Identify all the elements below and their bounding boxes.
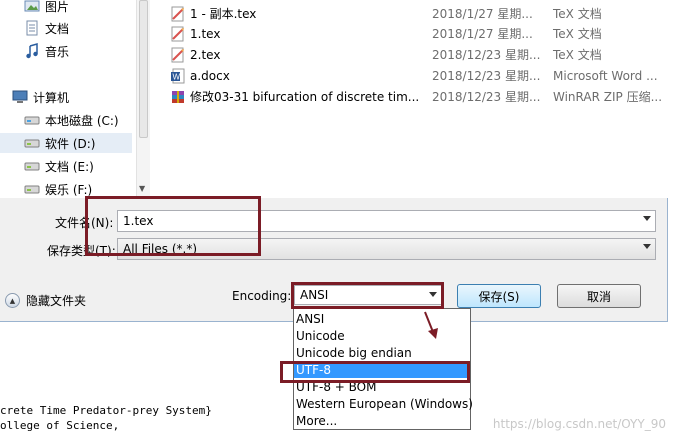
tex-file-icon (170, 6, 186, 22)
editor-line: ollege of Science, (0, 419, 120, 432)
encoding-option[interactable]: Unicode big endian (294, 344, 470, 361)
nav-item-drive-d[interactable]: 软件 (D:) (0, 133, 132, 153)
file-row[interactable]: 修改03-31 bifurcation of discrete tim... 2… (170, 86, 662, 107)
save-button[interactable]: 保存(S) (457, 284, 541, 308)
encoding-label: Encoding: (232, 289, 292, 303)
save-as-dialog: 图片 文档 音乐 计算机 本地磁盘 (C:) 软件 (D:) 文档 (E:) 娱… (0, 0, 668, 322)
hide-folders-toggle[interactable]: ▲ 隐藏文件夹 (5, 292, 86, 309)
nav-item-drive-e[interactable]: 文档 (E:) (24, 156, 94, 176)
music-icon (24, 43, 40, 59)
annotation-arrow-icon (424, 311, 438, 339)
documents-icon (24, 20, 40, 36)
nav-item-music[interactable]: 音乐 (24, 41, 69, 61)
nav-item-computer[interactable]: 计算机 (12, 87, 69, 107)
nav-item-documents[interactable]: 文档 (24, 18, 69, 38)
nav-item-pictures[interactable]: 图片 (24, 0, 69, 16)
drive-icon (24, 112, 40, 128)
scroll-down-icon[interactable]: ▼ (139, 184, 145, 193)
nav-scrollbar[interactable]: ▼ (136, 0, 150, 198)
scroll-thumb[interactable] (139, 0, 148, 138)
collapse-up-icon: ▲ (5, 293, 20, 308)
encoding-option[interactable]: Western European (Windows) (294, 395, 473, 412)
zip-file-icon (170, 89, 186, 105)
nav-item-drive-c[interactable]: 本地磁盘 (C:) (24, 110, 119, 130)
word-file-icon: W (170, 68, 186, 84)
drive-icon (24, 135, 40, 151)
annotation-box-filename (85, 196, 261, 256)
pictures-icon (24, 0, 40, 14)
annotation-box-utf8 (280, 361, 470, 383)
watermark: https://blog.csdn.net/OYY_90 (492, 417, 666, 431)
tex-file-icon (170, 26, 186, 42)
drive-icon (24, 181, 40, 197)
file-list: 1 - 副本.tex 2018/1/27 星期... TeX 文档 1.tex … (150, 0, 668, 198)
encoding-option[interactable]: More... (294, 412, 470, 429)
nav-item-drive-f[interactable]: 娱乐 (F:) (24, 179, 92, 198)
tex-file-icon (170, 47, 186, 63)
svg-text:W: W (173, 72, 181, 81)
file-row[interactable]: 1.tex 2018/1/27 星期... TeX 文档 (170, 23, 650, 44)
file-row[interactable]: 2.tex 2018/12/23 星期... TeX 文档 (170, 44, 650, 65)
annotation-box-encoding (291, 282, 444, 309)
file-row[interactable]: 1 - 副本.tex 2018/1/27 星期... TeX 文档 (170, 3, 650, 24)
file-row[interactable]: W a.docx 2018/12/23 星期... Microsoft Word… (170, 65, 658, 86)
editor-line: crete Time Predator-prey System} (0, 404, 212, 417)
computer-icon (12, 89, 28, 105)
chevron-down-icon[interactable] (643, 216, 651, 221)
chevron-down-icon[interactable] (643, 244, 651, 249)
drive-icon (24, 158, 40, 174)
cancel-button[interactable]: 取消 (557, 284, 641, 308)
navigation-pane: 图片 文档 音乐 计算机 本地磁盘 (C:) 软件 (D:) 文档 (E:) 娱… (0, 0, 150, 198)
